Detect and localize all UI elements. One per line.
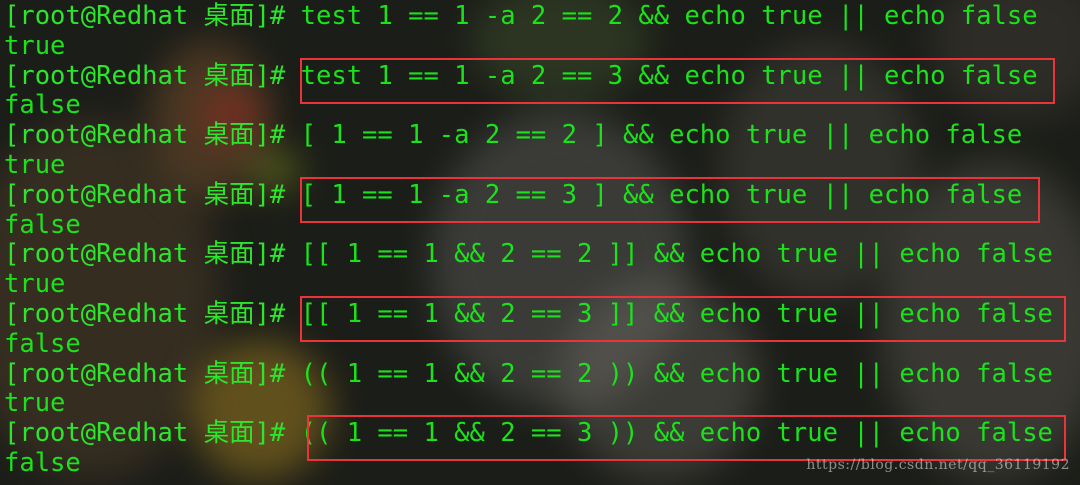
terminal-command-line: [root@Redhat 桌面]# [[ 1 == 1 && 2 == 2 ]]… (4, 239, 1080, 270)
command-text: test 1 == 1 -a 2 == 2 && echo true || ec… (300, 1, 1038, 31)
terminal-command-line: [root@Redhat 桌面]# (( 1 == 1 && 2 == 2 ))… (4, 358, 1080, 390)
terminal-command-line: [root@Redhat 桌面]# test 1 == 1 -a 2 == 3 … (4, 57, 1080, 104)
terminal-output-line: false (4, 209, 1080, 241)
command-output: true (4, 269, 66, 300)
terminal-output-line: true (4, 30, 1080, 62)
shell-prompt: [root@Redhat 桌面]# (4, 298, 301, 329)
terminal-output-line: true (4, 269, 1080, 300)
command-text: test 1 == 1 -a 2 == 3 && echo true || ec… (300, 60, 1038, 91)
command-output: true (4, 30, 66, 61)
terminal-command-line: [root@Redhat 桌面]# [ 1 == 1 -a 2 == 2 ] &… (4, 120, 1080, 151)
terminal-output-line: false (4, 328, 1080, 360)
command-text: [[ 1 == 1 && 2 == 2 ]] && echo true || e… (300, 239, 1053, 270)
terminal-output-line: false (4, 90, 1080, 121)
terminal-command-line: [root@Redhat 桌面]# [ 1 == 1 -a 2 == 3 ] &… (4, 176, 1080, 223)
terminal-output-line: true (4, 149, 1080, 181)
shell-prompt: [root@Redhat 桌面]# (4, 120, 301, 151)
command-text: (( 1 == 1 && 2 == 2 )) && echo true || e… (300, 358, 1053, 389)
command-text: [[ 1 == 1 && 2 == 3 ]] && echo true || e… (300, 298, 1053, 329)
terminal-window[interactable]: [root@Redhat 桌面]# test 1 == 1 -a 2 == 2 … (0, 0, 1080, 485)
shell-prompt: [root@Redhat 桌面]# (4, 358, 301, 389)
command-output: false (4, 209, 81, 240)
command-text: [ 1 == 1 -a 2 == 3 ] && echo true || ech… (300, 179, 1023, 210)
shell-prompt: [root@Redhat 桌面]# (4, 1, 301, 31)
command-output: false (4, 447, 81, 478)
terminal-command-line: [root@Redhat 桌面]# [[ 1 == 1 && 2 == 3 ]]… (4, 295, 1080, 342)
shell-prompt: [root@Redhat 桌面]# (4, 418, 301, 449)
watermark-text: https://blog.csdn.net/qq_36119192 (806, 457, 1070, 473)
command-text: [ 1 == 1 -a 2 == 2 ] && echo true || ech… (300, 120, 1023, 151)
terminal-command-line: [root@Redhat 桌面]# (( 1 == 1 && 2 == 3 ))… (4, 415, 1080, 462)
shell-prompt: [root@Redhat 桌面]# (4, 60, 301, 91)
command-output: false (4, 328, 81, 359)
shell-prompt: [root@Redhat 桌面]# (4, 239, 301, 270)
command-output: true (4, 388, 66, 419)
shell-prompt: [root@Redhat 桌面]# (4, 179, 301, 210)
terminal-command-line: [root@Redhat 桌面]# test 1 == 1 -a 2 == 2 … (4, 1, 1080, 32)
command-output: false (4, 90, 81, 121)
command-text: (( 1 == 1 && 2 == 3 )) && echo true || e… (300, 418, 1053, 449)
terminal-output-line: true (4, 388, 1080, 419)
command-output: true (4, 149, 66, 180)
